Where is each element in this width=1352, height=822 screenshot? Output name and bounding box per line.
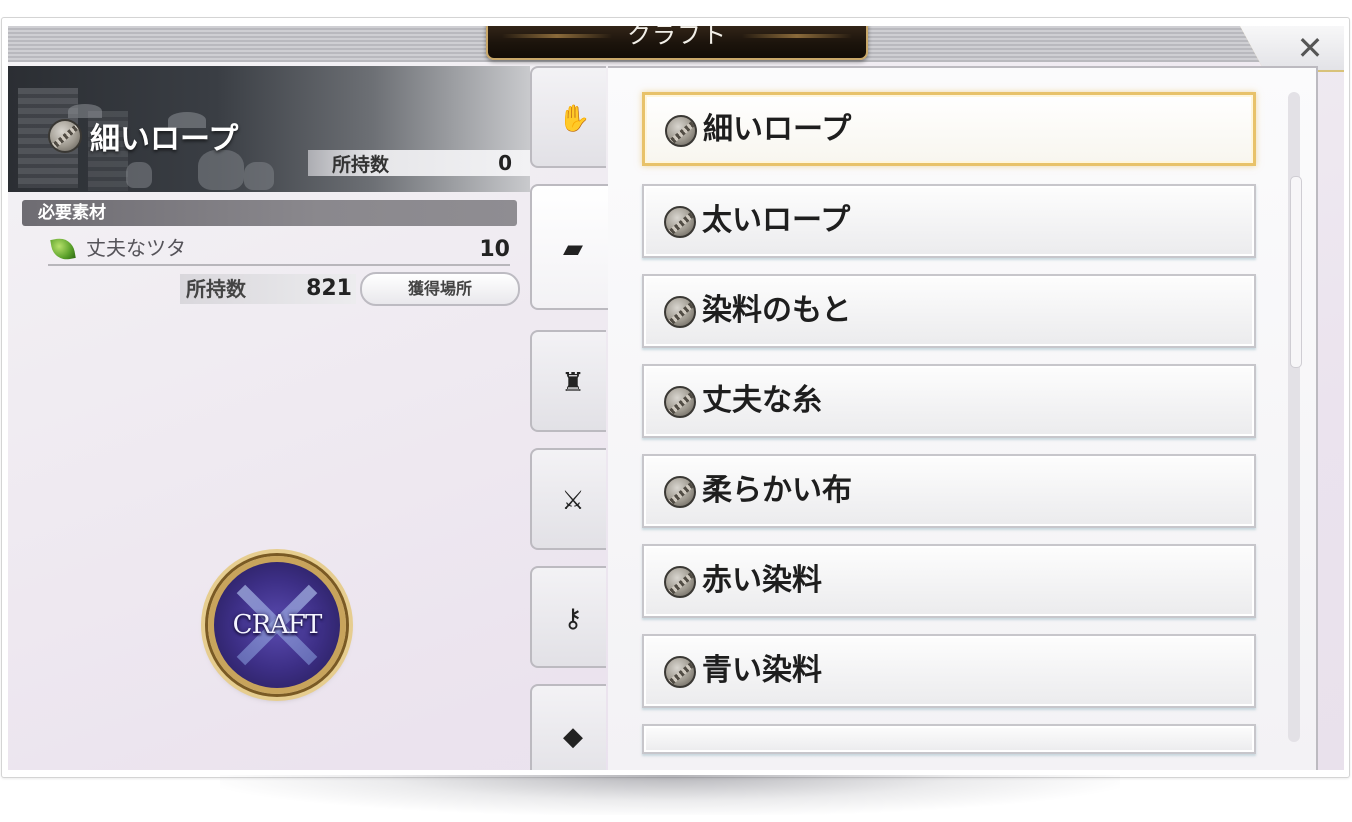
title-plate: クラフト xyxy=(486,26,868,60)
material-owned-bar: 所持数 821 xyxy=(180,274,356,304)
list-item-label: 細いロープ xyxy=(703,112,852,147)
item-owned-bar: 所持数 0 xyxy=(308,150,530,176)
tab-hand[interactable]: ✋ xyxy=(530,66,606,168)
screen-title: クラフト xyxy=(627,26,727,49)
list-item-label: 太いロープ xyxy=(702,203,851,238)
cloth-icon: ◆ xyxy=(563,722,583,752)
close-button[interactable]: ✕ xyxy=(1290,30,1330,66)
list-item[interactable]: 染料のもと xyxy=(642,274,1256,348)
list-item[interactable] xyxy=(642,724,1256,754)
list-item-label: 赤い染料 xyxy=(702,563,822,598)
list-item[interactable]: 赤い染料 xyxy=(642,544,1256,618)
rope-icon xyxy=(664,296,696,328)
list-item[interactable]: 丈夫な糸 xyxy=(642,364,1256,438)
rope-icon xyxy=(664,476,696,508)
list-item[interactable]: 柔らかい布 xyxy=(642,454,1256,528)
tab-materials[interactable]: ▰ xyxy=(530,184,612,310)
material-owned-value: 821 xyxy=(306,276,352,301)
rope-icon xyxy=(665,115,697,147)
rope-icon xyxy=(664,566,696,598)
material-name: 丈夫なツタ xyxy=(86,236,186,260)
item-name: 細いロープ xyxy=(90,122,239,157)
item-owned-value: 0 xyxy=(498,151,512,175)
rope-icon xyxy=(664,386,696,418)
tab-cloth[interactable]: ◆ xyxy=(530,684,606,770)
craft-button[interactable]: CRAFT xyxy=(208,556,346,694)
material-required-qty: 10 xyxy=(479,237,510,262)
item-title-row: 細いロープ xyxy=(48,116,239,157)
leaf-icon xyxy=(50,236,76,262)
list-item-label: 染料のもと xyxy=(702,293,852,328)
craft-screen: クラフト ✕ 細いロープ 所持数 0 必要素材 丈夫なツタ 10 所持数 821… xyxy=(8,26,1344,770)
tab-keys[interactable]: ⚷ xyxy=(530,566,606,668)
weapon-armor-icon: ⚔ xyxy=(561,486,585,516)
list-item[interactable]: 青い染料 xyxy=(642,634,1256,708)
category-tabs: ✋ ▰ ♜ ⚔ ⚷ ◆ xyxy=(530,66,612,770)
list-item-label: 青い染料 xyxy=(702,653,822,688)
rope-icon xyxy=(664,206,696,238)
list-scroll-thumb[interactable] xyxy=(1290,176,1302,368)
list-item-label: 丈夫な糸 xyxy=(702,383,822,418)
background-jar xyxy=(244,162,274,190)
list-item[interactable]: 細いロープ xyxy=(642,92,1256,166)
hand-icon: ✋ xyxy=(558,104,591,134)
window-frame: クラフト ✕ 細いロープ 所持数 0 必要素材 丈夫なツタ 10 所持数 821… xyxy=(0,0,1352,822)
list-item[interactable]: 太いロープ xyxy=(642,184,1256,258)
material-owned-label: 所持数 xyxy=(186,277,246,301)
drop-shadow xyxy=(220,775,1120,815)
rope-icon xyxy=(48,119,82,153)
required-materials-header: 必要素材 xyxy=(22,200,517,226)
list-item-label: 柔らかい布 xyxy=(702,473,852,508)
rope-icon xyxy=(664,656,696,688)
tab-equipment[interactable]: ⚔ xyxy=(530,448,606,550)
tab-furniture[interactable]: ♜ xyxy=(530,330,606,432)
key-icon: ⚷ xyxy=(563,604,583,634)
required-materials-title: 必要素材 xyxy=(38,203,106,223)
chair-icon: ♜ xyxy=(561,368,585,398)
material-row: 丈夫なツタ 10 xyxy=(48,232,510,266)
background-jar xyxy=(126,162,152,188)
recipe-list: 細いロープ 太いロープ 染料のもと 丈夫な糸 柔らかい布 赤い染料 青い染料 xyxy=(608,66,1318,770)
item-owned-label: 所持数 xyxy=(332,153,390,176)
material-icon: ▰ xyxy=(563,234,583,264)
acquire-location-button[interactable]: 獲得場所 xyxy=(360,272,520,306)
craft-button-label: CRAFT xyxy=(232,610,323,640)
